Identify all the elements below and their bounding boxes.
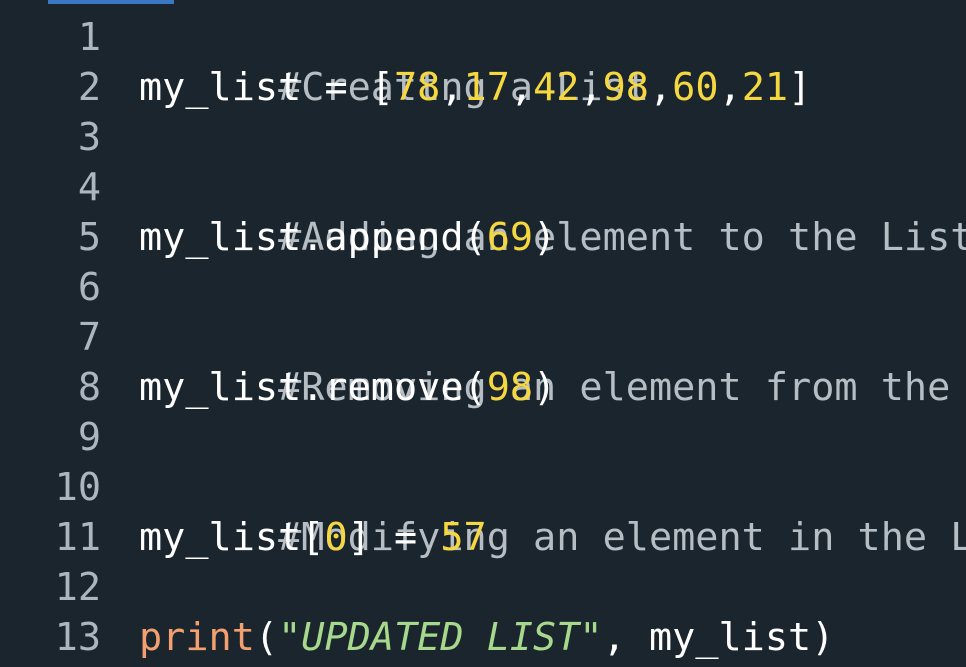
line-number: 13: [54, 615, 101, 660]
line-number: 7: [77, 315, 101, 360]
number-literal: 98: [486, 365, 534, 410]
line-number: 1: [77, 15, 101, 60]
identifier: my_list: [139, 65, 302, 110]
punctuation: ,: [509, 65, 534, 110]
number-literal: 21: [741, 65, 789, 110]
code-line-11[interactable]: my_list[0] = 57: [139, 513, 487, 563]
active-tab-indicator[interactable]: [48, 0, 174, 4]
line-number: 9: [77, 415, 101, 460]
line-number-gutter: 1 2 3 4 5 6 7 8 9 10 11 12 13: [0, 5, 135, 667]
identifier: my_list[: [139, 515, 325, 560]
number-literal: 0: [324, 515, 348, 560]
code-line-2[interactable]: my_list = [78,17,42,98,60,21]: [139, 63, 811, 113]
punctuation: ,: [718, 65, 742, 110]
number-literal: 60: [672, 65, 719, 110]
punctuation: (: [254, 615, 279, 660]
line-number: 5: [77, 215, 101, 260]
code-line-13[interactable]: print("UPDATED LIST", my_list): [139, 613, 834, 663]
line-number: 8: [77, 365, 101, 410]
number-literal: 42: [533, 65, 580, 110]
punctuation: ): [533, 365, 557, 410]
line-number: 3: [77, 115, 101, 160]
identifier: , my_list): [602, 615, 835, 660]
code-line-4[interactable]: #Adding an element to the List: [139, 163, 966, 260]
code-line-5[interactable]: my_list.append(69): [139, 213, 556, 263]
operator: = [: [301, 65, 394, 110]
line-number: 10: [54, 465, 101, 510]
line-number: 12: [54, 565, 101, 610]
punctuation: ]: [788, 65, 812, 110]
number-literal: 98: [602, 65, 649, 110]
line-number: 4: [77, 165, 101, 210]
code-line-10[interactable]: #Modifying an element in the List: [139, 463, 966, 560]
string-literal: "UPDATED LIST": [278, 615, 603, 660]
code-line-1[interactable]: #Creattng a List: [139, 13, 649, 110]
method-call: my_list.append(: [139, 215, 487, 260]
punctuation: ): [533, 215, 557, 260]
line-number: 6: [77, 265, 101, 310]
number-literal: 17: [463, 65, 510, 110]
line-number: 2: [77, 65, 101, 110]
operator: ] =: [347, 515, 441, 560]
number-literal: 69: [486, 215, 534, 260]
punctuation: ,: [648, 65, 673, 110]
code-editor[interactable]: 1 2 3 4 5 6 7 8 9 10 11 12 13 #Creattng …: [0, 0, 966, 667]
number-literal: 78: [393, 65, 441, 110]
code-content[interactable]: #Creattng a List my_list = [78,17,42,98,…: [135, 5, 966, 667]
punctuation: ,: [579, 65, 603, 110]
method-call: my_list.remove(: [139, 365, 487, 410]
code-line-7[interactable]: #Removing an element from the List: [139, 313, 966, 410]
punctuation: ,: [440, 65, 464, 110]
builtin-function: print: [139, 615, 255, 660]
number-literal: 57: [440, 515, 487, 560]
line-number: 11: [54, 515, 101, 560]
code-line-8[interactable]: my_list.remove(98): [139, 363, 556, 413]
